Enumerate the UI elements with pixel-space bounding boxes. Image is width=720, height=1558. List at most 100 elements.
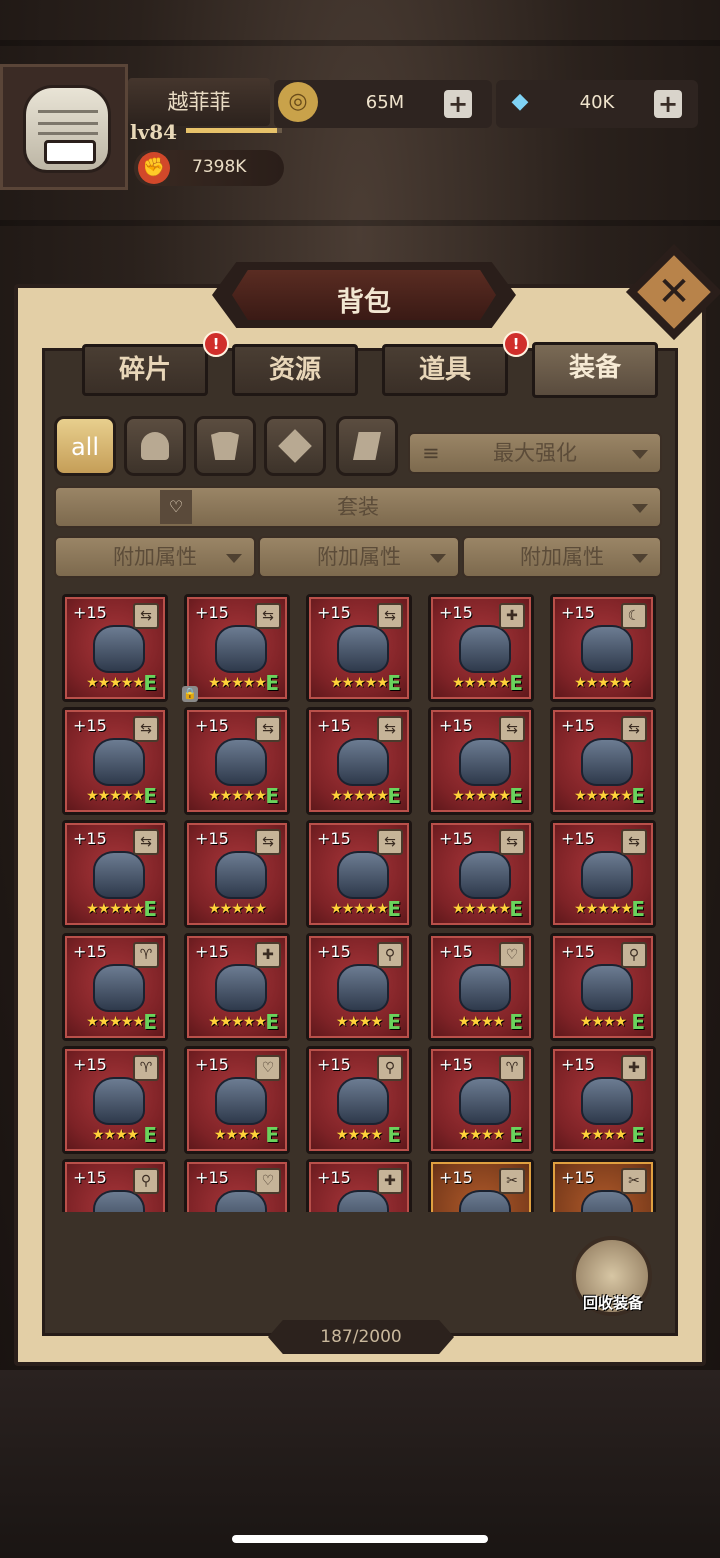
equipment-item[interactable]: +15 ⚲ ★★★★ E xyxy=(550,933,656,1041)
tab-resources[interactable]: 资源 xyxy=(232,344,358,396)
filter-boots[interactable] xyxy=(336,416,398,476)
filter-all-label: all xyxy=(70,433,100,461)
filter-helmet[interactable] xyxy=(124,416,186,476)
equipment-item[interactable]: +15 ⇆ ★★★★★ E xyxy=(306,594,412,702)
equipment-item[interactable]: +15 ✚ ★★★★★ E xyxy=(184,933,290,1041)
equipment-item[interactable]: +15 ⚲ xyxy=(62,1159,168,1212)
equipment-item[interactable]: +15 ✚ xyxy=(306,1159,412,1212)
player-avatar[interactable] xyxy=(0,64,128,190)
item-grade: E xyxy=(387,671,401,695)
item-grade: E xyxy=(631,784,645,808)
item-grade: E xyxy=(509,1010,523,1034)
item-level: +15 xyxy=(439,603,473,622)
slot-type-icon: ⇆ xyxy=(133,603,159,629)
combat-power-value: 7398K xyxy=(192,157,247,177)
equipment-item[interactable]: +15 ✂ xyxy=(550,1159,656,1212)
item-frame: +15 ✚ ★★★★★ E xyxy=(431,597,531,699)
equipment-item[interactable]: +15 ♡ ★★★★ E xyxy=(428,933,534,1041)
equipment-item[interactable]: +15 ⇆ ★★★★★ E xyxy=(184,594,290,702)
diamond-counter: ◆ 40K + xyxy=(496,80,698,128)
add-diamond-button[interactable]: + xyxy=(654,90,682,118)
item-frame: +15 ⚲ xyxy=(65,1162,165,1212)
equipment-icon xyxy=(459,625,511,673)
slot-type-icon: ⚲ xyxy=(377,1055,403,1081)
item-grade: E xyxy=(387,1123,401,1147)
slot-type-icon: ⚲ xyxy=(133,1168,159,1194)
slot-type-icon: ⇆ xyxy=(377,603,403,629)
equipment-item[interactable]: +15 ♈ ★★★★★ E xyxy=(62,933,168,1041)
attr-dropdown-3[interactable]: 附加属性 xyxy=(462,536,662,578)
equipment-item[interactable]: +15 ♡ xyxy=(184,1159,290,1212)
equipment-item[interactable]: +15 ⇆ ★★★★★ xyxy=(184,820,290,928)
set-dropdown[interactable]: ♡ 套装 xyxy=(54,486,662,528)
equipment-item[interactable]: +15 ☾ ★★★★★ xyxy=(550,594,656,702)
equipment-item[interactable]: +15 ♡ ★★★★ E xyxy=(184,1046,290,1154)
item-level: +15 xyxy=(73,603,107,622)
chevron-down-icon xyxy=(632,554,648,563)
equipment-item[interactable]: +15 ⇆ ★★★★★ E xyxy=(550,820,656,928)
slot-type-icon: ♡ xyxy=(499,942,525,968)
chevron-down-icon xyxy=(632,450,648,459)
sort-dropdown[interactable]: ≡ 最大强化 xyxy=(408,432,662,474)
filter-weapon[interactable] xyxy=(264,416,326,476)
item-grade: E xyxy=(143,897,157,921)
attr-label-1: 附加属性 xyxy=(113,545,197,569)
item-level: +15 xyxy=(317,1168,351,1187)
equipment-item[interactable]: +15 ⇆ ★★★★★ E xyxy=(62,594,168,702)
item-grade: E xyxy=(143,671,157,695)
item-grade: E xyxy=(143,1010,157,1034)
filter-all[interactable]: all xyxy=(54,416,116,476)
item-level: +15 xyxy=(195,1055,229,1074)
equipment-icon xyxy=(581,738,633,786)
item-level: +15 xyxy=(195,829,229,848)
equipment-item[interactable]: +15 ✂ xyxy=(428,1159,534,1212)
tab-fragments[interactable]: 碎片 xyxy=(82,344,208,396)
chevron-down-icon xyxy=(430,554,446,563)
filter-armor[interactable] xyxy=(194,416,256,476)
home-indicator[interactable] xyxy=(232,1535,488,1543)
armor-icon xyxy=(211,432,239,460)
item-stars: ★★★★★ xyxy=(574,675,633,691)
equipment-item[interactable]: +15 ⇆ ★★★★★ E xyxy=(428,707,534,815)
tab-equipment[interactable]: 装备 xyxy=(532,342,658,398)
add-gold-button[interactable]: + xyxy=(444,90,472,118)
attr-dropdown-1[interactable]: 附加属性 xyxy=(54,536,256,578)
player-name: 越菲菲 xyxy=(167,90,231,114)
equipment-item[interactable]: +15 ♈ ★★★★ E xyxy=(428,1046,534,1154)
equipment-item[interactable]: +15 ♈ ★★★★ E xyxy=(62,1046,168,1154)
item-level: +15 xyxy=(317,942,351,961)
item-grade: E xyxy=(509,1123,523,1147)
equipment-item[interactable]: +15 ⇆ ★★★★★ E xyxy=(306,820,412,928)
slot-type-icon: ✂ xyxy=(499,1168,525,1194)
tab-items[interactable]: 道具 xyxy=(382,344,508,396)
item-level: +15 xyxy=(73,942,107,961)
equipment-item[interactable]: +15 ✚ ★★★★★ E xyxy=(428,594,534,702)
diamond-icon: ◆ xyxy=(511,89,529,114)
equipment-item[interactable]: +15 ✚ ★★★★ E xyxy=(550,1046,656,1154)
equipment-item[interactable]: +15 ⇆ ★★★★★ E xyxy=(550,707,656,815)
equipment-icon xyxy=(581,851,633,899)
equipment-item[interactable]: +15 ⇆ ★★★★★ E xyxy=(62,820,168,928)
equipment-item[interactable]: +15 ⚲ ★★★★ E xyxy=(306,1046,412,1154)
item-frame: +15 ♈ ★★★★★ E xyxy=(65,936,165,1038)
equipment-item[interactable]: +15 ⚲ ★★★★ E xyxy=(306,933,412,1041)
helmet-icon xyxy=(141,432,169,460)
item-level: +15 xyxy=(439,1168,473,1187)
lock-icon: 🔒 xyxy=(182,686,198,702)
item-grade: E xyxy=(265,1010,279,1034)
slot-type-icon: ♡ xyxy=(255,1055,281,1081)
gold-counter: ◎ 65M + xyxy=(274,80,492,128)
item-frame: +15 ⚲ ★★★★ E xyxy=(553,936,653,1038)
xp-bar xyxy=(186,128,282,133)
attr-dropdown-2[interactable]: 附加属性 xyxy=(258,536,460,578)
item-frame: +15 ⇆ ★★★★★ E xyxy=(431,710,531,812)
equipment-icon xyxy=(337,1077,389,1125)
equipment-item[interactable]: +15 ⇆ ★★★★★ E xyxy=(306,707,412,815)
equipment-item[interactable]: +15 ⇆ ★★★★★ E xyxy=(62,707,168,815)
chevron-down-icon xyxy=(226,554,242,563)
equipment-item[interactable]: +15 ⇆ ★★★★★ E xyxy=(428,820,534,928)
item-frame: +15 ⇆ ★★★★★ E xyxy=(65,710,165,812)
close-icon[interactable]: ✕ xyxy=(640,264,708,320)
attr-label-2: 附加属性 xyxy=(317,545,401,569)
equipment-item[interactable]: +15 ⇆ ★★★★★ E xyxy=(184,707,290,815)
